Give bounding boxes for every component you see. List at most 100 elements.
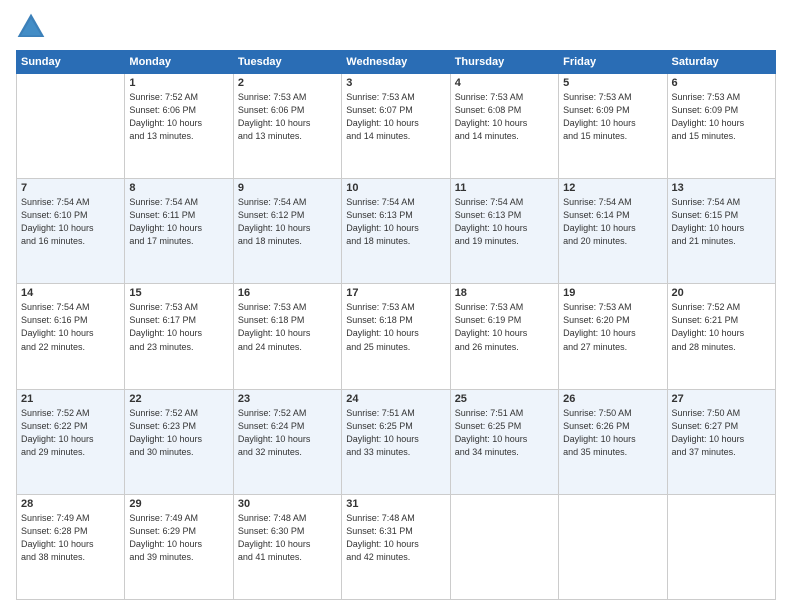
calendar-cell: 6 Sunrise: 7:53 AM Sunset: 6:09 PM Daylig… (667, 74, 775, 179)
logo-icon (16, 12, 46, 42)
calendar-cell: 29 Sunrise: 7:49 AM Sunset: 6:29 PM Dayli… (125, 494, 233, 599)
calendar-cell: 28Sunrise: 7:49 AM Sunset: 6:28 PM Dayli… (17, 494, 125, 599)
day-number: 6 (672, 77, 771, 89)
calendar-week-4: 21 Sunrise: 7:52 AM Sunset: 6:22 PM Dayli… (17, 389, 776, 494)
day-number: 7 (21, 182, 120, 194)
day-number: 29 (129, 498, 228, 510)
calendar-cell: 8 Sunrise: 7:54 AM Sunset: 6:11 PM Daylig… (125, 179, 233, 284)
day-number: 23 (238, 393, 337, 405)
day-info: Sunrise: 7:53 AM Sunset: 6:07 PM Dayligh… (346, 91, 445, 143)
day-info: Sunrise: 7:54 AM Sunset: 6:13 PM Dayligh… (346, 196, 445, 248)
day-number: 11 (455, 182, 554, 194)
calendar-cell: 11 Sunrise: 7:54 AM Sunset: 6:13 PM Dayli… (450, 179, 558, 284)
day-number: 4 (455, 77, 554, 89)
day-info: Sunrise: 7:52 AM Sunset: 6:22 PM Dayligh… (21, 407, 120, 459)
day-number: 18 (455, 287, 554, 299)
header (16, 12, 776, 42)
calendar-week-5: 28Sunrise: 7:49 AM Sunset: 6:28 PM Dayli… (17, 494, 776, 599)
day-info: Sunrise: 7:54 AM Sunset: 6:14 PM Dayligh… (563, 196, 662, 248)
day-number: 2 (238, 77, 337, 89)
day-info: Sunrise: 7:53 AM Sunset: 6:06 PM Dayligh… (238, 91, 337, 143)
calendar-cell: 10 Sunrise: 7:54 AM Sunset: 6:13 PM Dayli… (342, 179, 450, 284)
day-number: 21 (21, 393, 120, 405)
day-info: Sunrise: 7:50 AM Sunset: 6:26 PM Dayligh… (563, 407, 662, 459)
calendar-week-1: 1 Sunrise: 7:52 AM Sunset: 6:06 PM Daylig… (17, 74, 776, 179)
calendar-cell: 20Sunrise: 7:52 AM Sunset: 6:21 PM Dayli… (667, 284, 775, 389)
day-number: 22 (129, 393, 228, 405)
calendar-cell (559, 494, 667, 599)
day-info: Sunrise: 7:48 AM Sunset: 6:30 PM Dayligh… (238, 512, 337, 564)
weekday-header-row: SundayMondayTuesdayWednesdayThursdayFrid… (17, 51, 776, 74)
weekday-header-thursday: Thursday (450, 51, 558, 74)
calendar-cell: 2 Sunrise: 7:53 AM Sunset: 6:06 PM Daylig… (233, 74, 341, 179)
calendar-cell: 15 Sunrise: 7:53 AM Sunset: 6:17 PM Dayli… (125, 284, 233, 389)
calendar-cell (17, 74, 125, 179)
day-number: 28 (21, 498, 120, 510)
calendar-cell: 25 Sunrise: 7:51 AM Sunset: 6:25 PM Dayli… (450, 389, 558, 494)
day-info: Sunrise: 7:54 AM Sunset: 6:11 PM Dayligh… (129, 196, 228, 248)
day-info: Sunrise: 7:52 AM Sunset: 6:06 PM Dayligh… (129, 91, 228, 143)
weekday-header-tuesday: Tuesday (233, 51, 341, 74)
calendar-cell: 24Sunrise: 7:51 AM Sunset: 6:25 PM Dayli… (342, 389, 450, 494)
calendar-cell (667, 494, 775, 599)
calendar-cell: 26Sunrise: 7:50 AM Sunset: 6:26 PM Dayli… (559, 389, 667, 494)
day-number: 5 (563, 77, 662, 89)
calendar-week-2: 7 Sunrise: 7:54 AM Sunset: 6:10 PM Daylig… (17, 179, 776, 284)
day-number: 20 (672, 287, 771, 299)
day-info: Sunrise: 7:54 AM Sunset: 6:15 PM Dayligh… (672, 196, 771, 248)
calendar-cell: 16 Sunrise: 7:53 AM Sunset: 6:18 PM Dayli… (233, 284, 341, 389)
day-number: 31 (346, 498, 445, 510)
day-info: Sunrise: 7:53 AM Sunset: 6:20 PM Dayligh… (563, 301, 662, 353)
day-info: Sunrise: 7:53 AM Sunset: 6:09 PM Dayligh… (672, 91, 771, 143)
day-info: Sunrise: 7:54 AM Sunset: 6:16 PM Dayligh… (21, 301, 120, 353)
day-number: 15 (129, 287, 228, 299)
calendar-cell: 17 Sunrise: 7:53 AM Sunset: 6:18 PM Dayli… (342, 284, 450, 389)
day-info: Sunrise: 7:53 AM Sunset: 6:08 PM Dayligh… (455, 91, 554, 143)
day-number: 8 (129, 182, 228, 194)
day-number: 25 (455, 393, 554, 405)
calendar-cell: 19Sunrise: 7:53 AM Sunset: 6:20 PM Dayli… (559, 284, 667, 389)
day-info: Sunrise: 7:51 AM Sunset: 6:25 PM Dayligh… (346, 407, 445, 459)
day-info: Sunrise: 7:53 AM Sunset: 6:18 PM Dayligh… (346, 301, 445, 353)
day-number: 3 (346, 77, 445, 89)
day-number: 17 (346, 287, 445, 299)
weekday-header-sunday: Sunday (17, 51, 125, 74)
day-info: Sunrise: 7:49 AM Sunset: 6:29 PM Dayligh… (129, 512, 228, 564)
calendar-cell: 3 Sunrise: 7:53 AM Sunset: 6:07 PM Daylig… (342, 74, 450, 179)
day-info: Sunrise: 7:51 AM Sunset: 6:25 PM Dayligh… (455, 407, 554, 459)
calendar-cell: 30 Sunrise: 7:48 AM Sunset: 6:30 PM Dayli… (233, 494, 341, 599)
page: SundayMondayTuesdayWednesdayThursdayFrid… (0, 0, 792, 612)
calendar-cell: 27 Sunrise: 7:50 AM Sunset: 6:27 PM Dayli… (667, 389, 775, 494)
day-number: 13 (672, 182, 771, 194)
day-number: 30 (238, 498, 337, 510)
day-number: 27 (672, 393, 771, 405)
calendar-cell: 12 Sunrise: 7:54 AM Sunset: 6:14 PM Dayli… (559, 179, 667, 284)
day-info: Sunrise: 7:53 AM Sunset: 6:18 PM Dayligh… (238, 301, 337, 353)
calendar-cell: 5 Sunrise: 7:53 AM Sunset: 6:09 PM Daylig… (559, 74, 667, 179)
weekday-header-friday: Friday (559, 51, 667, 74)
day-info: Sunrise: 7:52 AM Sunset: 6:24 PM Dayligh… (238, 407, 337, 459)
day-number: 1 (129, 77, 228, 89)
day-info: Sunrise: 7:50 AM Sunset: 6:27 PM Dayligh… (672, 407, 771, 459)
calendar-cell: 22 Sunrise: 7:52 AM Sunset: 6:23 PM Dayli… (125, 389, 233, 494)
day-number: 16 (238, 287, 337, 299)
day-info: Sunrise: 7:52 AM Sunset: 6:23 PM Dayligh… (129, 407, 228, 459)
day-info: Sunrise: 7:53 AM Sunset: 6:09 PM Dayligh… (563, 91, 662, 143)
calendar-cell: 4 Sunrise: 7:53 AM Sunset: 6:08 PM Daylig… (450, 74, 558, 179)
calendar-cell: 31 Sunrise: 7:48 AM Sunset: 6:31 PM Dayli… (342, 494, 450, 599)
calendar-cell: 14Sunrise: 7:54 AM Sunset: 6:16 PM Dayli… (17, 284, 125, 389)
day-info: Sunrise: 7:54 AM Sunset: 6:10 PM Dayligh… (21, 196, 120, 248)
day-number: 12 (563, 182, 662, 194)
calendar-table: SundayMondayTuesdayWednesdayThursdayFrid… (16, 50, 776, 600)
weekday-header-saturday: Saturday (667, 51, 775, 74)
calendar-cell: 1 Sunrise: 7:52 AM Sunset: 6:06 PM Daylig… (125, 74, 233, 179)
day-info: Sunrise: 7:53 AM Sunset: 6:17 PM Dayligh… (129, 301, 228, 353)
day-info: Sunrise: 7:54 AM Sunset: 6:12 PM Dayligh… (238, 196, 337, 248)
calendar-cell: 21 Sunrise: 7:52 AM Sunset: 6:22 PM Dayli… (17, 389, 125, 494)
day-info: Sunrise: 7:48 AM Sunset: 6:31 PM Dayligh… (346, 512, 445, 564)
calendar-week-3: 14Sunrise: 7:54 AM Sunset: 6:16 PM Dayli… (17, 284, 776, 389)
weekday-header-monday: Monday (125, 51, 233, 74)
day-number: 9 (238, 182, 337, 194)
day-info: Sunrise: 7:54 AM Sunset: 6:13 PM Dayligh… (455, 196, 554, 248)
day-number: 10 (346, 182, 445, 194)
